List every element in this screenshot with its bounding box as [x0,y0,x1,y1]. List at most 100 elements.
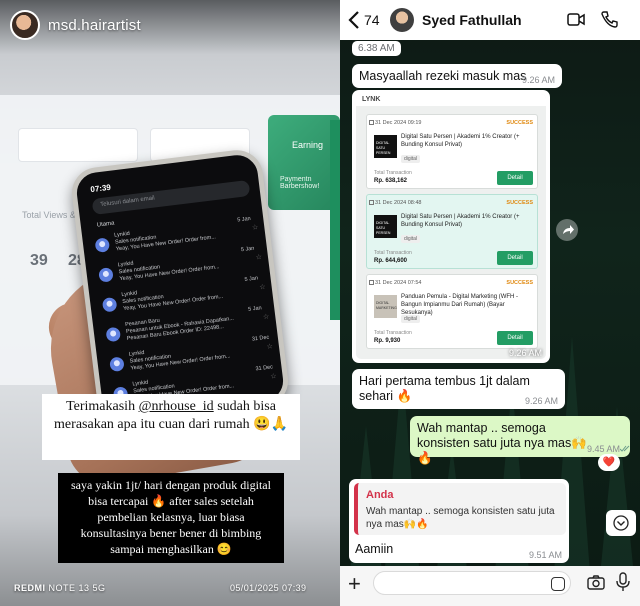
detail-button: Detail [497,251,533,265]
product-tag: digital [401,235,421,243]
phone-time: 07:39 [89,182,112,195]
star-icon: ☆ [266,343,274,351]
product-title: Panduan Pemula - Digital Marketing (WFH … [401,294,519,316]
transaction-status: SUCCESS [506,120,533,126]
product-thumbnail: DIGITAL MARKETING [374,295,397,318]
camera-icon[interactable] [587,575,605,590]
transaction-card: 31 Dec 2024 08:48 SUCCESS DIGITAL SATU PER… [366,194,538,269]
story-username[interactable]: msd.hairartist [48,17,141,34]
message-text: Wah mantap .. semoga konsisten satu juta… [417,421,587,465]
transaction-amount: Rp. 9,930 [374,338,401,344]
product-tag: digital [401,315,421,323]
star-icon: ☆ [262,313,270,322]
message-input[interactable] [373,571,571,595]
phone-screen: 07:39 Telusuri dalam email Utama Lynkid S… [68,147,292,427]
avatar[interactable] [390,8,414,32]
total-label: Total Transaction [374,250,412,256]
quoted-message[interactable]: Anda Wah mantap .. semoga konsisten satu… [354,483,566,535]
message-time: 9.26 AM [524,396,558,406]
star-icon: ☆ [258,283,267,292]
sender-avatar-icon [98,267,114,283]
sticker-icon[interactable] [551,577,565,591]
plus-icon[interactable]: + [348,573,361,595]
total-label: Total Transaction [374,170,412,176]
transaction-card: 31 Dec 2024 07:54 SUCCESS DIGITAL MARKETIN… [366,274,538,349]
product-thumbnail: DIGITAL SATU PERSEN [374,215,397,238]
product-title: Digital Satu Persen | Akademi 1% Creator… [401,134,520,148]
detail-button: Detail [497,331,533,345]
message-bubble[interactable]: Masyaallah rezeki masuk mas 9.26 AM [352,64,562,88]
device-watermark: REDMI NOTE 13 5G [14,583,106,593]
unread-count[interactable]: 74 [364,12,380,28]
message-time-pill: 6.38 AM [352,41,401,56]
story-panel: Total Views & Clicks 39 28 Earning Payme… [0,0,340,606]
caption-mention[interactable]: @nrhouse_id [139,399,214,414]
phone-search-bar: Telusuri dalam email [91,179,251,215]
message-text: Masyaallah rezeki masuk mas [359,69,527,83]
message-bubble-outgoing[interactable]: Wah mantap .. semoga konsisten satu juta… [410,416,630,465]
star-icon: ☆ [251,224,259,232]
caption-testimonial: saya yakin 1jt/ hari dengan produk digit… [58,473,284,563]
monitor-earning-label: Earning [292,140,324,150]
caption-thanks: Terimakasih @nrhouse_id sudah bisa meras… [42,394,300,460]
email-date: 5 Jan [240,245,255,254]
product-thumbnail: DIGITAL SATU PERSEN [374,135,397,158]
monitor-number: 39 [30,252,48,269]
phone-call-icon[interactable] [601,11,618,28]
quoted-sender: Anda [366,489,394,501]
device-model: NOTE 13 5G [45,583,106,593]
detail-button: Detail [497,171,533,185]
message-text: Aamiin [355,542,394,556]
microphone-icon[interactable] [616,572,630,592]
forward-icon[interactable] [556,219,578,241]
back-chevron-icon[interactable] [348,11,364,29]
checkbox-icon [369,200,374,205]
transaction-card: 31 Dec 2024 09:19 SUCCESS DIGITAL SATU PER… [366,114,538,189]
transactions-header: LYNK [356,94,546,106]
email-date: 5 Jan [247,305,263,313]
read-receipt-icon [620,445,630,452]
transaction-amount: Rp. 638,162 [374,178,408,184]
email-date: 5 Jan [244,275,259,284]
scroll-down-button[interactable] [606,510,636,536]
transaction-date: 31 Dec 2024 07:54 [375,280,422,286]
checkbox-icon [369,120,374,125]
message-time: 9.45 AM [586,444,620,454]
total-label: Total Transaction [374,330,412,336]
transaction-status: SUCCESS [506,280,533,286]
story-header: msd.hairartist [10,8,141,42]
monitor-decor [330,120,340,320]
image-message[interactable]: LYNK 31 Dec 2024 09:19 SUCCESS DIGITAL SAT… [352,90,550,363]
photo-date: 05/01/2025 07:39 [230,583,307,593]
message-time: 9.51 AM [528,550,562,560]
monitor-payment-label: Paymentn Barbershow! [280,176,320,190]
quoted-text: Wah mantap .. semoga konsisten satu juta… [366,506,555,530]
video-call-icon[interactable] [567,13,585,26]
compose-bar: + [340,566,640,606]
transaction-amount: Rp. 644,600 [374,258,408,264]
star-icon: ☆ [255,253,263,262]
product-tag: digital [401,155,421,163]
transaction-date: 31 Dec 2024 09:19 [375,120,422,126]
star-icon: ☆ [269,372,278,381]
email-text: Lynkid Sales notification Yeay, You Have N… [114,220,216,253]
sender-avatar-icon [109,356,125,373]
transaction-status: SUCCESS [506,200,533,206]
message-time: 9.26 AM [508,348,542,358]
message-bubble[interactable]: Hari pertama tembus 1jt dalam sehari 🔥 9… [352,369,565,409]
phone-section-label: Utama [96,220,115,229]
contact-name[interactable]: Syed Fathullah [422,12,522,28]
checkbox-icon [369,280,374,285]
message-time: 9.26 AM [521,75,555,85]
device-brand: REDMI [14,583,46,593]
caption-text: Terimakasih [66,399,139,414]
transaction-date: 31 Dec 2024 08:48 [375,200,422,206]
product-title: Digital Satu Persen | Akademi 1% Creator… [401,214,520,228]
transactions-screenshot: LYNK 31 Dec 2024 09:19 SUCCESS DIGITAL SAT… [356,94,546,359]
avatar[interactable] [10,10,40,40]
sender-avatar-icon [94,237,111,253]
heart-reaction-icon[interactable]: ❤️ [598,454,620,471]
monitor-card [18,128,138,162]
email-date: 5 Jan [236,215,252,224]
chat-header: 74 Syed Fathullah [340,0,640,40]
